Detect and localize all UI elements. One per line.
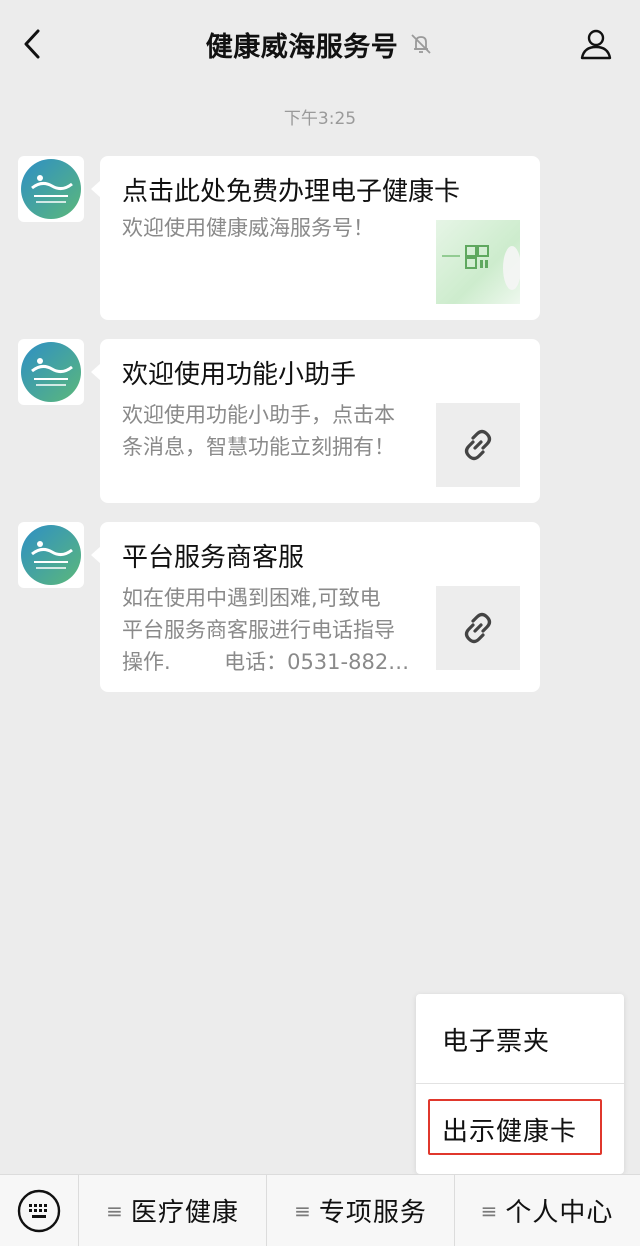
back-button[interactable] <box>14 26 50 62</box>
message-description: 欢迎使用功能小助手，点击本 条消息，智慧功能立刻拥有！ <box>122 399 422 463</box>
submenu-popup: 电子票夹 出示健康卡 <box>416 994 624 1174</box>
message-thumbnail <box>436 220 520 304</box>
description-line: 如在使用中遇到困难,可致电 <box>122 586 381 610</box>
person-icon <box>580 29 612 60</box>
message-title: 平台服务商客服 <box>122 543 305 573</box>
bell-muted-icon <box>408 31 434 57</box>
menu-lines-icon: ≡ <box>480 1198 498 1223</box>
page-title: 健康威海服务号 <box>205 31 399 63</box>
description-line: 平台服务商客服进行电话指导 <box>122 618 395 642</box>
chat-timestamp: 下午3:25 <box>283 109 357 129</box>
message-title: 点击此处免费办理电子健康卡 <box>122 177 461 207</box>
menu-lines-icon: ≡ <box>106 1198 123 1223</box>
menu-item-show-health-card[interactable]: 出示健康卡 <box>416 1084 624 1174</box>
keyboard-icon <box>17 1189 61 1232</box>
message-description: 欢迎使用健康威海服务号！ <box>122 216 374 240</box>
message-thumbnail <box>436 403 520 487</box>
message-card[interactable]: 点击此处免费办理电子健康卡 欢迎使用健康威海服务号！ <box>91 156 540 320</box>
link-icon <box>464 612 492 644</box>
menu-lines-icon: ≡ <box>294 1198 311 1223</box>
menu-personal-center[interactable]: ≡ 个人中心 <box>454 1174 639 1246</box>
description-line: 条消息，智慧功能立刻拥有！ <box>122 435 395 459</box>
message-description: 如在使用中遇到困难,可致电 平台服务商客服进行电话指导 操作. 电话：0531-… <box>122 582 432 678</box>
link-icon <box>464 429 492 461</box>
description-line: 欢迎使用功能小助手，点击本 <box>122 403 395 427</box>
message-thumbnail <box>436 586 520 670</box>
account-avatar[interactable] <box>18 522 84 588</box>
menu-label: 医疗健康 <box>130 1198 239 1228</box>
menu-item-e-ticket-folder[interactable]: 电子票夹 <box>416 994 624 1084</box>
menu-medical-health[interactable]: ≡ 医疗健康 <box>78 1174 266 1246</box>
keyboard-toggle-button[interactable] <box>0 1175 78 1246</box>
description-line: 操作. 电话：0531-882… <box>122 650 410 674</box>
profile-button[interactable] <box>576 24 616 64</box>
menu-label: 专项服务 <box>318 1198 427 1228</box>
menu-special-services[interactable]: ≡ 专项服务 <box>266 1174 454 1246</box>
chevron-left-icon <box>24 29 40 59</box>
account-avatar[interactable] <box>18 339 84 405</box>
message-title: 欢迎使用功能小助手 <box>122 360 357 390</box>
menu-label: 个人中心 <box>505 1198 614 1228</box>
message-card[interactable]: 平台服务商客服 如在使用中遇到困难,可致电 平台服务商客服进行电话指导 操作. … <box>91 522 540 692</box>
message-card[interactable]: 欢迎使用功能小助手 欢迎使用功能小助手，点击本 条消息，智慧功能立刻拥有！ <box>91 339 540 503</box>
bottom-menu-bar: ≡ 医疗健康 ≡ 专项服务 ≡ 个人中心 <box>0 1174 640 1246</box>
top-nav-bar: 健康威海服务号 <box>0 0 640 88</box>
account-avatar[interactable] <box>18 156 84 222</box>
